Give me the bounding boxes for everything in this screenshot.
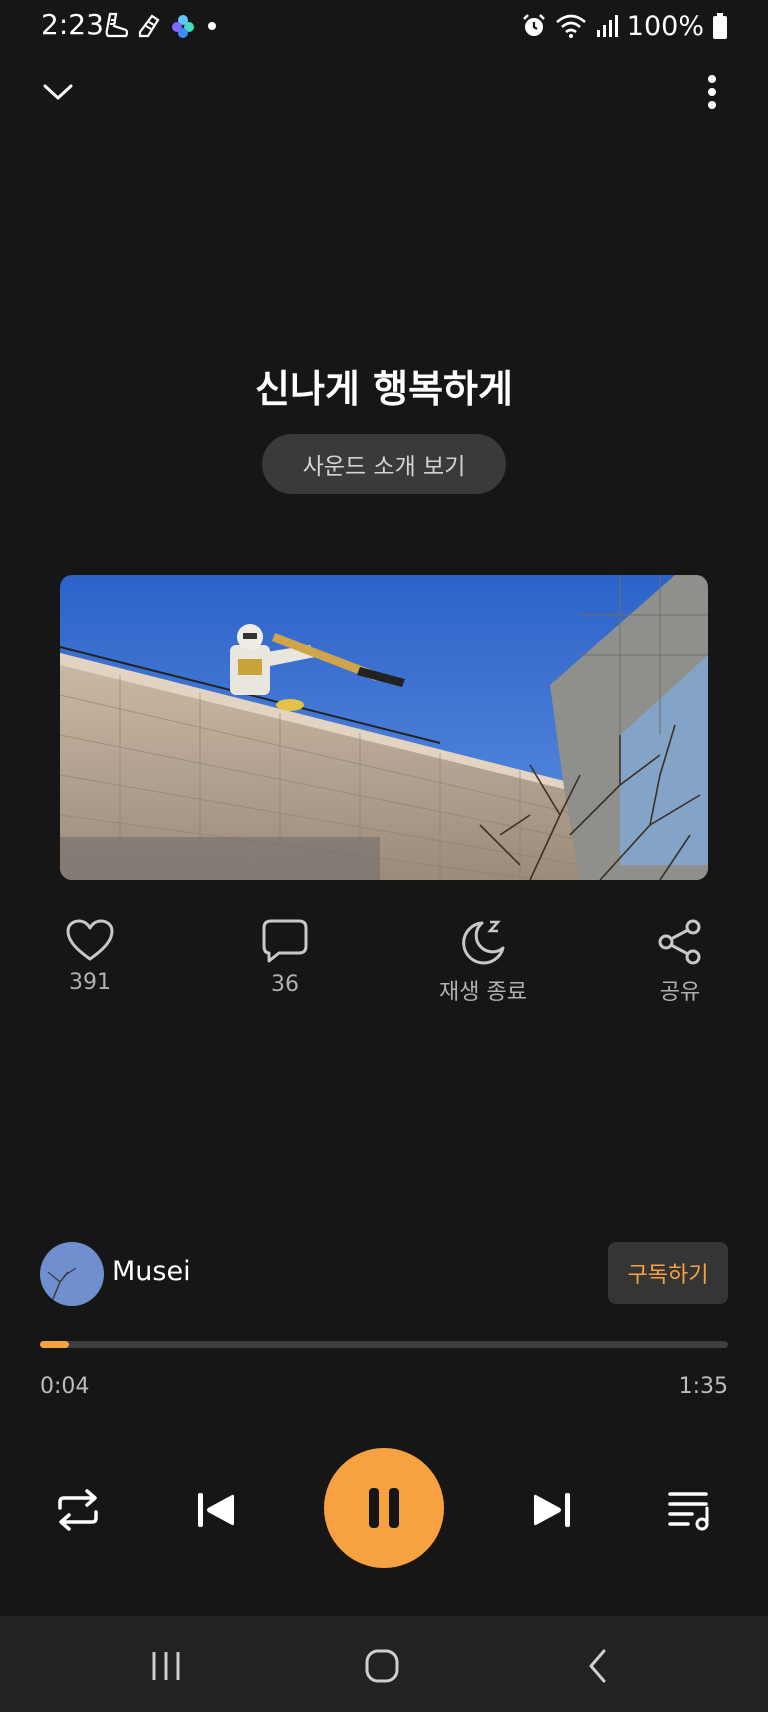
- playlist-icon: [668, 1492, 709, 1531]
- repeat-button[interactable]: [48, 1480, 108, 1540]
- artist-name[interactable]: Musei: [112, 1256, 191, 1287]
- elapsed-time: 0:04: [40, 1374, 90, 1399]
- recent-apps-icon: [152, 1652, 180, 1680]
- sleep-timer-icon: [462, 920, 505, 965]
- heart-icon: [66, 919, 114, 961]
- more-vertical-icon: [708, 75, 716, 109]
- sleep-timer-label: 재생 종료: [439, 980, 527, 1005]
- subscribe-button[interactable]: 구독하기: [608, 1242, 728, 1304]
- battery-percent: 100%: [626, 10, 704, 42]
- sleep-timer-action[interactable]: 재생 종료: [393, 918, 573, 1006]
- total-time: 1:35: [678, 1374, 728, 1399]
- track-title: 신나게 행복하게: [255, 367, 513, 411]
- pause-icon: [369, 1488, 399, 1528]
- share-icon: [658, 919, 701, 965]
- sneaker-icon: [105, 12, 129, 38]
- artist-avatar[interactable]: [40, 1242, 104, 1306]
- skip-previous-icon: [198, 1493, 234, 1527]
- home-icon: [365, 1649, 399, 1683]
- repeat-icon: [58, 1489, 98, 1531]
- like-count: 391: [69, 970, 111, 995]
- more-options-button[interactable]: [688, 68, 736, 116]
- signal-icon: [596, 15, 618, 37]
- sparkle-app-icon: [172, 15, 194, 38]
- comment-count: 36: [271, 972, 299, 997]
- share-label: 공유: [659, 980, 701, 1005]
- alarm-icon: [522, 14, 545, 36]
- previous-button[interactable]: [186, 1480, 246, 1540]
- status-bar: 2:23 100%: [0, 0, 768, 52]
- progress-fill: [40, 1341, 69, 1348]
- sound-intro-button[interactable]: 사운드 소개 보기: [262, 434, 506, 494]
- recent-apps-button[interactable]: [126, 1636, 206, 1696]
- comment-action[interactable]: 36: [195, 918, 375, 997]
- status-system-icons: 100%: [521, 8, 728, 44]
- back-icon: [589, 1649, 606, 1683]
- next-button[interactable]: [522, 1480, 582, 1540]
- chevron-down-icon: [43, 84, 73, 100]
- comment-icon: [262, 919, 308, 963]
- share-action[interactable]: 공유: [590, 918, 768, 1006]
- battery-icon: [713, 13, 727, 39]
- wifi-icon: [555, 14, 586, 38]
- sneaker-icon: [138, 14, 160, 38]
- track-artwork: [60, 575, 708, 880]
- status-time: 2:23: [41, 8, 104, 41]
- progress-bar[interactable]: [40, 1341, 728, 1348]
- home-button[interactable]: [342, 1636, 422, 1696]
- back-button[interactable]: [558, 1636, 638, 1696]
- playlist-button[interactable]: [660, 1480, 720, 1540]
- collapse-button[interactable]: [34, 68, 82, 116]
- status-notification-icons: [104, 10, 222, 42]
- dot-icon: [208, 22, 216, 30]
- skip-next-icon: [534, 1493, 570, 1527]
- pause-button[interactable]: [324, 1448, 444, 1568]
- like-action[interactable]: 391: [0, 918, 180, 995]
